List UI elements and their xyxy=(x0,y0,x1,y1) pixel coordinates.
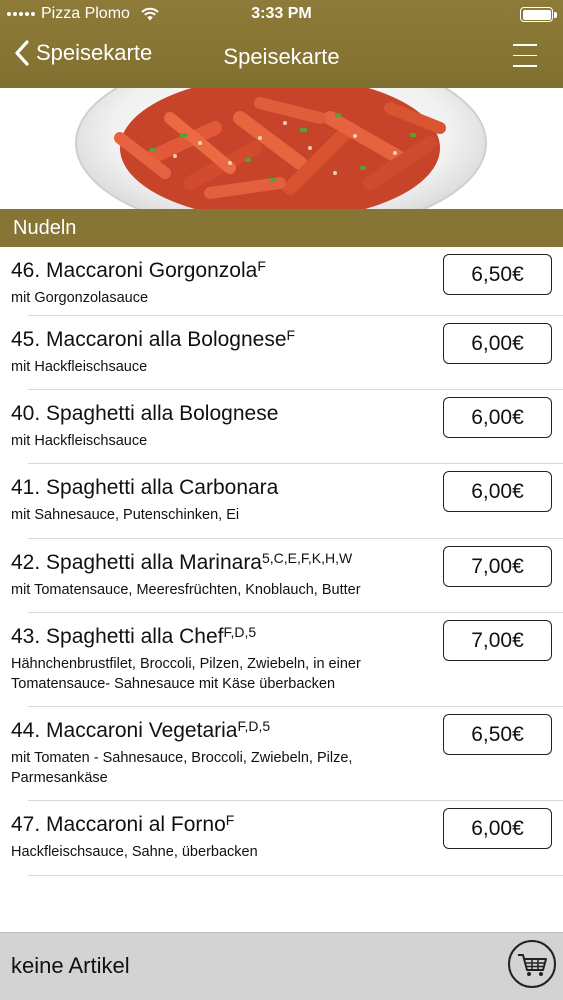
shopping-cart-icon xyxy=(518,954,547,976)
allergen-codes: 5,C,E,F,K,H,W xyxy=(262,550,353,566)
menu-item[interactable]: 45. Maccaroni alla BologneseF mit Hackfl… xyxy=(11,316,563,390)
allergen-codes: F,D,5 xyxy=(223,624,257,640)
allergen-codes: F xyxy=(286,327,296,343)
status-bar: Pizza Plomo 3:33 PM xyxy=(0,0,563,30)
menu-item[interactable]: 46. Maccaroni GorgonzolaF mit Gorgonzola… xyxy=(11,247,563,316)
back-button-label: Speisekarte xyxy=(36,40,153,65)
add-to-cart-price-button[interactable]: 6,00€ xyxy=(443,323,552,364)
menu-item[interactable]: 42. Spaghetti alla Marinara5,C,E,F,K,H,W… xyxy=(11,539,563,613)
add-to-cart-price-button[interactable]: 6,00€ xyxy=(443,471,552,512)
menu-item[interactable]: 40. Spaghetti alla Bolognese mit Hackfle… xyxy=(11,390,563,464)
nav-bar: Speisekarte Speisekarte xyxy=(0,30,563,88)
add-to-cart-price-button[interactable]: 6,00€ xyxy=(443,808,552,849)
add-to-cart-price-button[interactable]: 6,00€ xyxy=(443,397,552,438)
allergen-codes: F xyxy=(257,258,266,274)
menu-item[interactable]: 44. Maccaroni VegetariaF,D,5 mit Tomaten… xyxy=(11,707,563,801)
menu-item[interactable]: 41. Spaghetti alla Carbonara mit Sahnesa… xyxy=(11,464,563,539)
menu-item[interactable]: 43. Spaghetti alla ChefF,D,5 Hähnchenbru… xyxy=(11,613,563,707)
hamburger-menu-icon[interactable] xyxy=(513,44,537,70)
cart-footer: keine Artikel xyxy=(0,932,563,1000)
back-button[interactable]: Speisekarte xyxy=(14,40,152,66)
add-to-cart-price-button[interactable]: 6,50€ xyxy=(443,254,552,295)
add-to-cart-price-button[interactable]: 7,00€ xyxy=(443,620,552,661)
battery-icon xyxy=(520,7,557,22)
menu-item[interactable]: 47. Maccaroni al FornoF Hackfleischsauce… xyxy=(11,801,563,876)
allergen-codes: F xyxy=(225,812,235,828)
chevron-left-icon xyxy=(15,40,29,66)
cart-status-text: keine Artikel xyxy=(11,953,130,978)
status-time: 3:33 PM xyxy=(251,5,312,22)
allergen-codes: F,D,5 xyxy=(237,718,271,734)
add-to-cart-price-button[interactable]: 7,00€ xyxy=(443,546,552,587)
category-hero-image xyxy=(0,88,563,209)
header: Pizza Plomo 3:33 PM Speisekarte Speiseka… xyxy=(0,0,563,88)
cart-button[interactable] xyxy=(508,940,556,988)
menu-item-list: 46. Maccaroni GorgonzolaF mit Gorgonzola… xyxy=(0,247,563,876)
pasta-dish-image xyxy=(0,88,563,209)
section-header-nudeln: Nudeln xyxy=(0,209,563,247)
add-to-cart-price-button[interactable]: 6,50€ xyxy=(443,714,552,755)
